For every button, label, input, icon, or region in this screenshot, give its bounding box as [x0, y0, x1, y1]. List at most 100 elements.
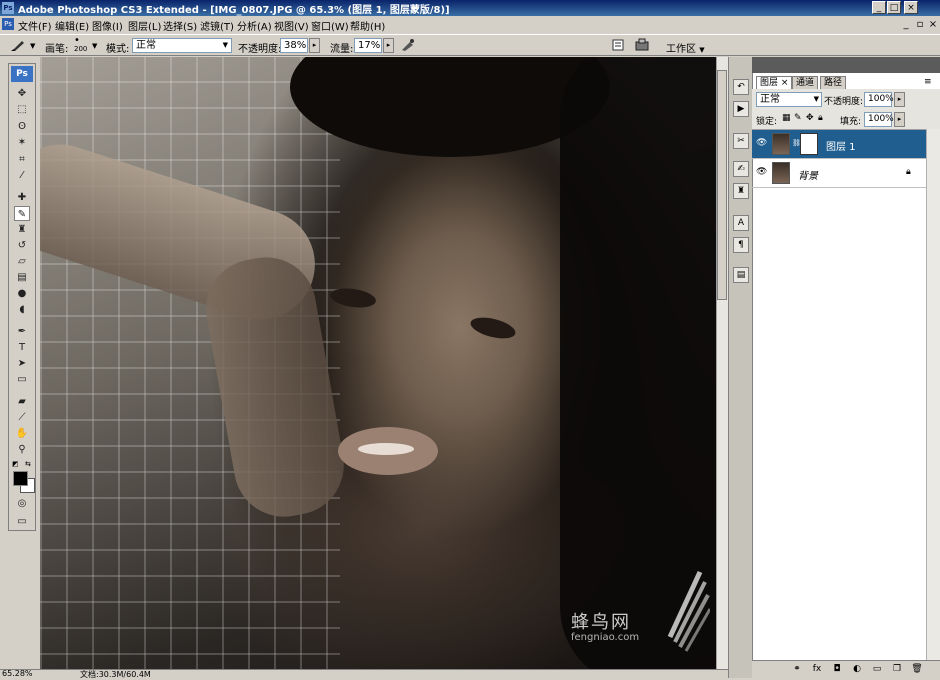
link-layers-icon[interactable]: ⚭: [790, 664, 804, 674]
fengniao-logo-icon: [667, 570, 710, 652]
opacity-slider-button[interactable]: ▸: [309, 38, 320, 53]
visibility-eye-icon[interactable]: 👁︎: [756, 167, 767, 177]
fill-slider[interactable]: ▸: [894, 112, 905, 127]
dropdown-arrow-icon[interactable]: ▼: [30, 42, 35, 50]
clone-source-icon[interactable]: ♜: [733, 183, 749, 199]
eraser-tool-icon[interactable]: ▱: [14, 254, 30, 269]
gradient-tool-icon[interactable]: ▤: [14, 270, 30, 285]
clone-stamp-tool-icon[interactable]: ♜: [14, 222, 30, 237]
screen-mode-icon[interactable]: ▭: [14, 514, 30, 529]
default-colors-icon[interactable]: ◩: [12, 460, 19, 468]
menu-view[interactable]: 视图(V): [274, 18, 309, 33]
close-button[interactable]: ×: [904, 1, 918, 14]
document-icon[interactable]: Ps: [2, 18, 14, 30]
history-brush-tool-icon[interactable]: ↺: [14, 238, 30, 253]
blur-tool-icon[interactable]: ●: [14, 286, 30, 301]
layer-opacity-input[interactable]: 100%: [864, 92, 894, 107]
flow-input[interactable]: 17%: [354, 38, 382, 53]
path-selection-tool-icon[interactable]: ➤: [14, 356, 30, 371]
mode-select[interactable]: 正常 ▼: [132, 38, 232, 53]
marquee-tool-icon[interactable]: ⬚: [14, 102, 30, 117]
lock-position-icon[interactable]: ✥: [806, 113, 814, 123]
doc-minimize-button[interactable]: _: [900, 19, 912, 30]
minimize-button[interactable]: _: [872, 1, 886, 14]
shape-tool-icon[interactable]: ▭: [14, 372, 30, 387]
layer-mask-thumbnail[interactable]: [800, 133, 818, 155]
vertical-scroll-thumb[interactable]: [717, 70, 727, 300]
menu-analysis[interactable]: 分析(A): [237, 18, 272, 33]
menu-filter[interactable]: 滤镜(T): [200, 18, 234, 33]
document-canvas[interactable]: 蜂鸟网 fengniao.com: [40, 57, 716, 669]
brush-dropdown-arrow-icon[interactable]: ▼: [92, 42, 97, 50]
new-group-icon[interactable]: ▭: [870, 664, 884, 674]
file-browser-icon[interactable]: [610, 38, 626, 53]
menu-window[interactable]: 窗口(W): [311, 18, 349, 33]
dodge-tool-icon[interactable]: ◖: [14, 302, 30, 317]
lock-transparency-icon[interactable]: ▦: [782, 113, 791, 123]
lock-all-icon[interactable]: 🔒︎: [818, 113, 823, 123]
panel-header-strip[interactable]: [752, 57, 940, 73]
brush-size-value[interactable]: 200: [74, 45, 87, 53]
foreground-color-swatch[interactable]: [13, 471, 28, 486]
zoom-tool-icon[interactable]: ⚲: [14, 442, 30, 457]
brushes-panel-icon[interactable]: ✍: [733, 161, 749, 177]
maximize-button[interactable]: □: [887, 1, 901, 14]
crop-tool-icon[interactable]: ⌗: [14, 152, 30, 167]
magic-wand-tool-icon[interactable]: ✶: [14, 135, 30, 150]
layer-row-background[interactable]: 👁︎ 背景 🔒︎: [752, 159, 926, 188]
tool-presets-icon[interactable]: ✂: [733, 133, 749, 149]
blend-mode-select[interactable]: 正常 ▼: [756, 92, 822, 107]
add-mask-icon[interactable]: ◘: [830, 664, 844, 674]
document-size[interactable]: 文档:30.3M/60.4M: [80, 669, 151, 680]
slice-tool-icon[interactable]: ⁄: [14, 168, 30, 183]
tab-paths[interactable]: 路径: [820, 76, 847, 90]
menu-help[interactable]: 帮助(H): [350, 18, 385, 33]
tab-layers[interactable]: 图层 ×: [756, 76, 793, 90]
fill-input[interactable]: 100%: [864, 112, 894, 127]
menu-image[interactable]: 图像(I): [92, 18, 123, 33]
panel-menu-icon[interactable]: ≡: [924, 77, 932, 87]
airbrush-icon[interactable]: [400, 38, 416, 53]
notes-tool-icon[interactable]: ▰: [14, 394, 30, 409]
workspace-menu[interactable]: 工作区 ▼: [666, 40, 705, 55]
menu-edit[interactable]: 编辑(E): [55, 18, 89, 33]
layer-name[interactable]: 图层 1: [826, 138, 856, 153]
trash-icon[interactable]: 🗑︎: [910, 664, 924, 674]
menu-select[interactable]: 选择(S): [163, 18, 197, 33]
new-layer-icon[interactable]: ❐: [890, 664, 904, 674]
visibility-eye-icon[interactable]: 👁︎: [756, 138, 767, 148]
lock-image-icon[interactable]: ✎: [794, 113, 802, 123]
layer-comps-icon[interactable]: ▤: [733, 267, 749, 283]
paragraph-panel-icon[interactable]: ¶: [733, 237, 749, 253]
adjustment-layer-icon[interactable]: ◐: [850, 664, 864, 674]
zoom-level[interactable]: 65.28%: [2, 669, 33, 678]
layer-row-1[interactable]: 👁︎ ⛓ 图层 1: [752, 130, 926, 159]
brush-tool-icon[interactable]: ✎: [14, 206, 30, 221]
character-panel-icon[interactable]: A: [733, 215, 749, 231]
layer-style-icon[interactable]: fx: [810, 664, 824, 674]
history-panel-icon[interactable]: ↶: [733, 79, 749, 95]
hand-tool-icon[interactable]: ✋: [14, 426, 30, 441]
type-tool-icon[interactable]: T: [14, 340, 30, 355]
bridge-icon[interactable]: [634, 38, 650, 53]
doc-close-button[interactable]: ×: [927, 19, 939, 30]
pen-tool-icon[interactable]: ✒: [14, 324, 30, 339]
toolbox-logo[interactable]: Ps: [11, 66, 33, 82]
actions-panel-icon[interactable]: ▶: [733, 101, 749, 117]
tool-preset-picker[interactable]: [10, 38, 26, 53]
layer-opacity-slider[interactable]: ▸: [894, 92, 905, 107]
opacity-input[interactable]: 38%: [280, 38, 308, 53]
tab-channels[interactable]: 通道: [792, 76, 819, 90]
quick-mask-icon[interactable]: ◎: [14, 496, 30, 511]
menu-layer[interactable]: 图层(L): [128, 18, 161, 33]
flow-slider-button[interactable]: ▸: [383, 38, 394, 53]
swap-colors-icon[interactable]: ⇆: [25, 460, 31, 468]
move-tool-icon[interactable]: ✥: [14, 86, 30, 101]
healing-brush-tool-icon[interactable]: ✚: [14, 190, 30, 205]
eyedropper-tool-icon[interactable]: ⟋: [14, 410, 30, 425]
layers-scrollbar[interactable]: [926, 129, 940, 660]
doc-restore-button[interactable]: ▫: [914, 19, 926, 30]
layer-name[interactable]: 背景: [798, 167, 818, 182]
lasso-tool-icon[interactable]: ʘ: [14, 119, 30, 134]
menu-file[interactable]: 文件(F): [18, 18, 52, 33]
